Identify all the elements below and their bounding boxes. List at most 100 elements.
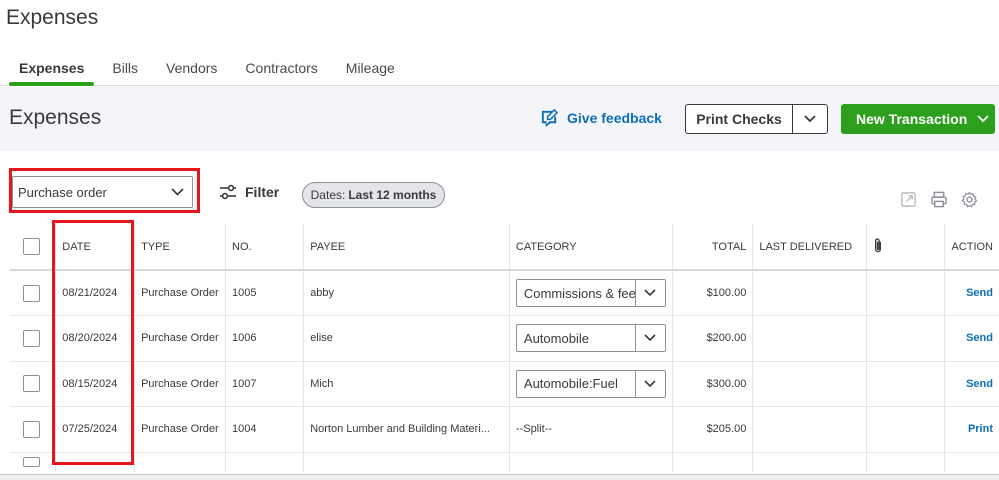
top-header: Expenses Expenses Bills Vendors Contract…: [0, 0, 999, 86]
row-checkbox-cell: [10, 361, 57, 407]
category-value: Automobile:Fuel: [523, 376, 618, 392]
date-range-chip[interactable]: Dates: Last 12 months: [302, 182, 445, 208]
table-tools: [900, 191, 978, 208]
row-checkbox-cell: [10, 406, 57, 453]
row-checkbox-cell: [10, 270, 57, 316]
column-header-attachments: [866, 224, 946, 271]
expenses-table: DATE TYPE NO. PAYEE CATEGORY TOTAL LAST …: [10, 224, 999, 472]
attachments-cell: [866, 406, 946, 453]
category-select[interactable]: Automobile:Fuel: [515, 369, 666, 398]
section-title: Expenses: [9, 106, 102, 129]
payee-cell: [303, 452, 510, 472]
column-header-type[interactable]: TYPE: [134, 224, 227, 271]
total-cell: $300.00: [672, 361, 754, 407]
type-cell: Purchase Order: [134, 315, 227, 362]
column-header-action: ACTION: [944, 224, 999, 271]
new-transaction-button[interactable]: New Transaction: [841, 104, 995, 134]
chevron-down-icon: [171, 188, 184, 196]
total-cell: $200.00: [672, 315, 754, 362]
send-link[interactable]: Send: [966, 378, 993, 390]
last-delivered-cell: [752, 270, 867, 316]
send-link[interactable]: Send: [966, 332, 993, 344]
category-cell: Commissions & fees: [509, 270, 673, 316]
column-header-category[interactable]: CATEGORY: [509, 224, 673, 271]
tab-bills[interactable]: Bills: [102, 52, 148, 86]
action-cell: Print: [944, 406, 999, 453]
print-checks-button[interactable]: Print Checks: [686, 105, 792, 133]
print-icon[interactable]: [930, 191, 948, 208]
category-cell: [509, 452, 673, 472]
row-checkbox-cell: [10, 452, 57, 472]
transaction-type-select[interactable]: Purchase order: [12, 176, 193, 208]
give-feedback-link[interactable]: Give feedback: [540, 108, 662, 127]
category-select[interactable]: Automobile: [515, 324, 666, 353]
chevron-down-icon: [634, 325, 665, 352]
date-chip-prefix: Dates:: [310, 188, 346, 202]
page-title: Expenses: [6, 6, 99, 29]
total-cell: $205.00: [672, 406, 754, 453]
row-checkbox-cell: [10, 315, 57, 362]
category-select[interactable]: Commissions & fees: [515, 279, 666, 307]
attachments-cell: [866, 315, 946, 362]
window-status-bar: [0, 474, 999, 480]
table-row[interactable]: 08/20/2024 Purchase Order 1006 elise Aut…: [10, 315, 999, 362]
category-cell: Automobile: [509, 315, 673, 362]
chevron-down-icon: [634, 370, 665, 397]
category-value: Automobile: [523, 330, 589, 346]
row-checkbox[interactable]: [23, 375, 40, 393]
attachments-cell: [866, 361, 946, 407]
table-row[interactable]: 08/15/2024 Purchase Order 1007 Mich Auto…: [10, 361, 999, 407]
number-cell: 1006: [225, 315, 305, 362]
filter-sliders-icon: [220, 184, 236, 200]
feedback-icon: [541, 108, 559, 127]
settings-gear-icon[interactable]: [961, 191, 978, 208]
number-cell: 1005: [225, 270, 305, 316]
chevron-down-icon: [804, 115, 816, 123]
type-cell: Purchase Order: [134, 361, 227, 407]
new-transaction-label: New Transaction: [856, 111, 968, 127]
last-delivered-cell: [752, 315, 867, 362]
row-checkbox[interactable]: [23, 457, 40, 468]
category-cell: --Split--: [509, 406, 673, 453]
row-checkbox[interactable]: [23, 284, 40, 302]
chevron-down-icon: [634, 280, 665, 306]
tab-vendors[interactable]: Vendors: [156, 52, 227, 86]
type-cell: Purchase Order: [134, 270, 227, 316]
number-cell: 1007: [225, 361, 305, 407]
print-checks-split-button: Print Checks: [685, 104, 828, 134]
payee-cell: Mich: [303, 361, 510, 407]
table-row[interactable]: 07/25/2024 Purchase Order 1004 Norton Lu…: [10, 406, 999, 453]
column-header-payee[interactable]: PAYEE: [303, 224, 510, 271]
export-icon[interactable]: [900, 191, 917, 208]
column-header-no[interactable]: NO.: [225, 224, 305, 271]
tab-mileage[interactable]: Mileage: [336, 52, 405, 86]
print-checks-menu-button[interactable]: [792, 105, 827, 133]
row-checkbox[interactable]: [23, 420, 40, 438]
select-all-header: [10, 224, 57, 271]
total-cell: [672, 452, 754, 472]
date-chip-value: Last 12 months: [348, 188, 437, 202]
action-cell: Send: [944, 361, 999, 407]
action-cell: [945, 452, 999, 472]
column-header-last-delivered[interactable]: LAST DELIVERED: [752, 224, 867, 271]
attachments-cell: [866, 452, 946, 472]
print-link[interactable]: Print: [968, 423, 993, 435]
column-header-total[interactable]: TOTAL: [672, 224, 754, 271]
payee-cell: elise: [303, 315, 510, 362]
table-row[interactable]: 08/21/2024 Purchase Order 1005 abby Comm…: [10, 270, 999, 316]
payee-cell: Norton Lumber and Building Materi...: [303, 406, 510, 453]
give-feedback-label: Give feedback: [567, 109, 662, 126]
attachments-cell: [866, 270, 946, 316]
date-column-highlight: [52, 220, 134, 465]
select-all-checkbox[interactable]: [23, 238, 40, 255]
tab-contractors[interactable]: Contractors: [235, 52, 327, 86]
send-link[interactable]: Send: [966, 287, 993, 299]
filter-button[interactable]: Filter: [219, 184, 279, 200]
category-cell: Automobile:Fuel: [509, 361, 673, 407]
tab-expenses[interactable]: Expenses: [9, 52, 95, 86]
tab-bar: Expenses Bills Vendors Contractors Milea…: [9, 52, 413, 86]
number-cell: [225, 452, 305, 472]
row-checkbox[interactable]: [23, 329, 40, 347]
total-cell: $100.00: [672, 270, 754, 316]
attachment-paperclip-icon: [874, 237, 881, 252]
